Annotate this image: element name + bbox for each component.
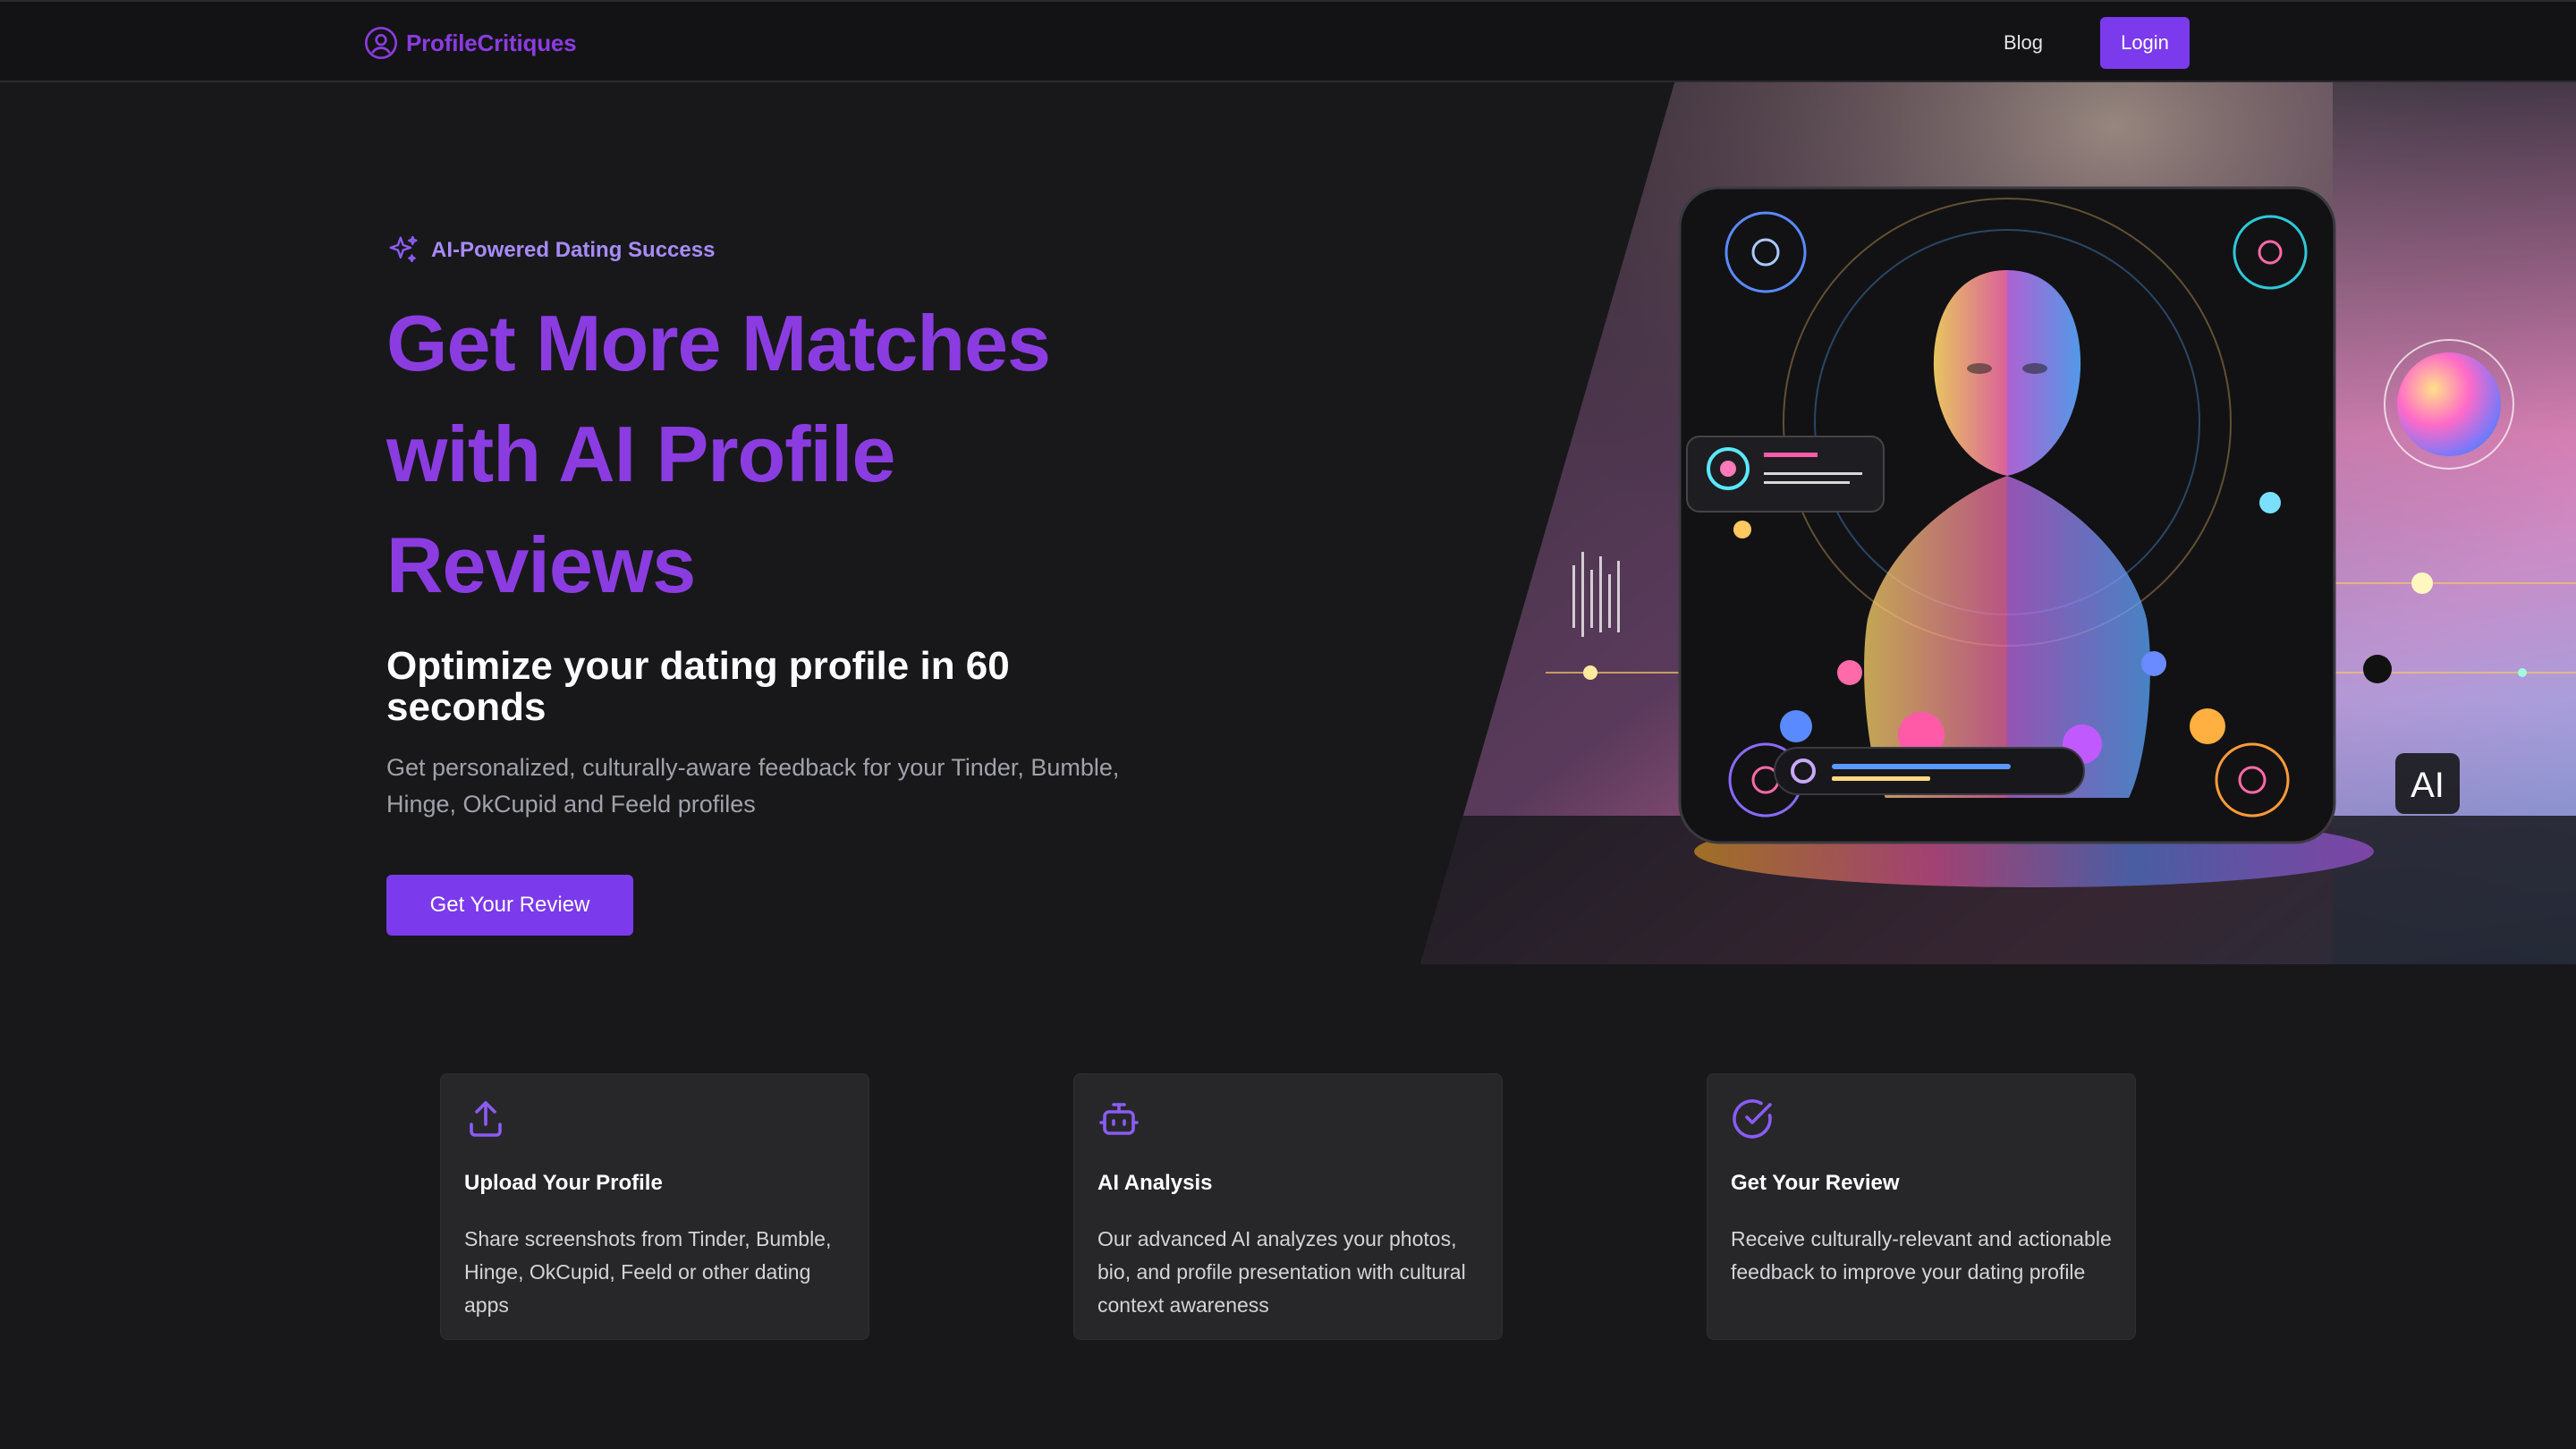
- feature-card-review: Get Your Review Receive culturally-relev…: [1707, 1073, 2136, 1340]
- feature-card-analysis: AI Analysis Our advanced AI analyzes you…: [1073, 1073, 1503, 1340]
- sparkles-icon: [389, 235, 418, 263]
- user-circle-icon: [365, 27, 397, 59]
- feature-card-upload: Upload Your Profile Share screenshots fr…: [440, 1073, 869, 1340]
- hero-art-ai-badge: AI: [2411, 766, 2445, 805]
- top-nav: ProfileCritiques Blog Login: [0, 0, 2576, 82]
- hero-illustration: AI: [1420, 82, 2576, 964]
- upload-icon: [470, 1101, 502, 1137]
- login-button[interactable]: Login: [2100, 17, 2190, 69]
- feature-title: AI Analysis: [1097, 1171, 1213, 1195]
- brand-name: ProfileCritiques: [406, 29, 577, 56]
- hero-title: Get More Matches with AI Profile Reviews: [386, 299, 1051, 609]
- feature-title: Get Your Review: [1731, 1171, 1900, 1195]
- hero-badge-text: AI-Powered Dating Success: [431, 238, 716, 262]
- hero-subtitle: Optimize your dating profile in 60 secon…: [386, 644, 1010, 729]
- feature-body: Our advanced AI analyzes your photos, bi…: [1097, 1227, 1466, 1317]
- hero-description: Get personalized, culturally-aware feedb…: [386, 754, 1120, 818]
- feature-body: Receive culturally-relevant and actionab…: [1731, 1227, 2112, 1284]
- feature-body: Share screenshots from Tinder, Bumble, H…: [464, 1227, 832, 1317]
- get-review-button[interactable]: Get Your Review: [386, 875, 633, 936]
- bot-icon: [1099, 1103, 1139, 1135]
- hero-badge: AI-Powered Dating Success: [386, 233, 715, 268]
- check-circle-icon: [1733, 1099, 1772, 1139]
- feature-title: Upload Your Profile: [464, 1171, 663, 1195]
- nav-blog-link[interactable]: Blog: [2004, 27, 2043, 59]
- brand-logo-link[interactable]: ProfileCritiques: [363, 23, 577, 63]
